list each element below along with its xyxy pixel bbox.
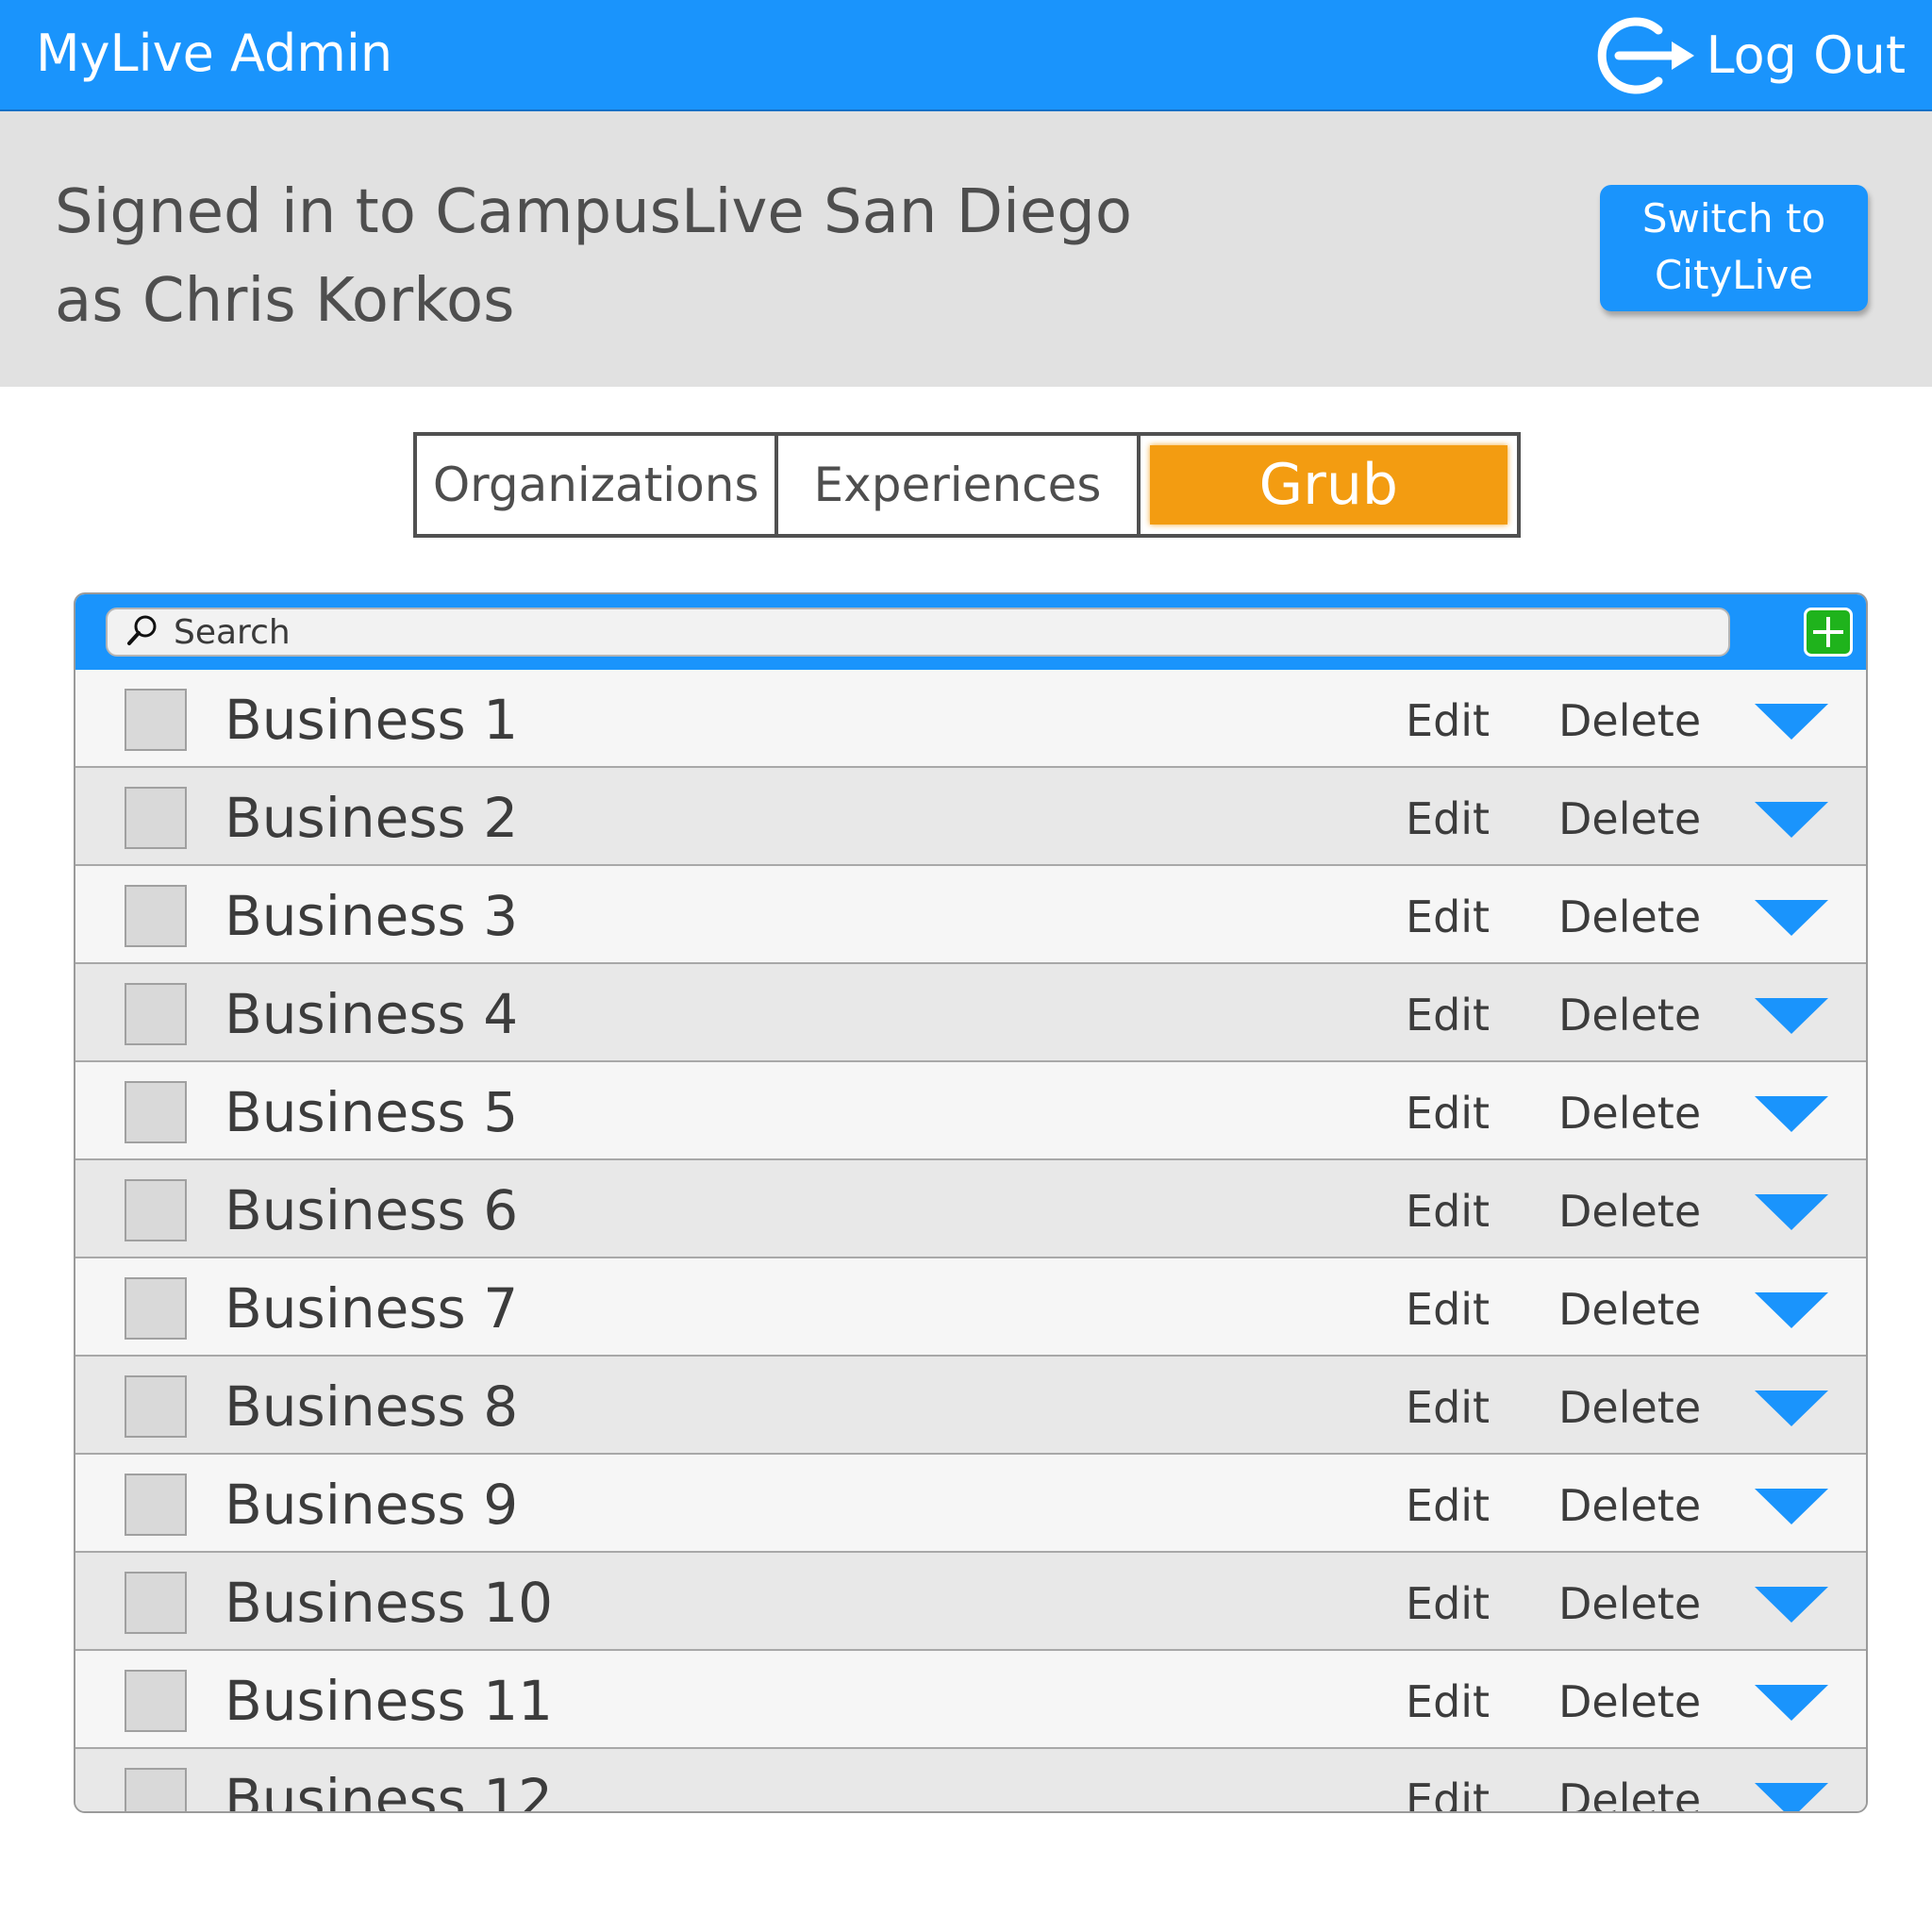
delete-button[interactable]: Delete [1558,1183,1701,1240]
delete-button[interactable]: Delete [1558,987,1701,1043]
table-row: Business 5 Edit Delete [75,1062,1866,1160]
section-tabs: Organizations Experiences Grub [413,432,1521,538]
triangle-down-icon[interactable] [1755,1096,1828,1132]
edit-button[interactable]: Edit [1406,1674,1490,1730]
list-toolbar [75,594,1866,670]
business-name: Business 3 [225,884,519,948]
app-title: MyLive Admin [36,24,393,83]
business-name: Business 9 [225,1473,519,1537]
delete-button[interactable]: Delete [1558,1674,1701,1730]
business-name: Business 8 [225,1374,519,1439]
delete-button[interactable]: Delete [1558,1477,1701,1534]
switch-button-line-2: CityLive [1654,252,1814,298]
edit-button[interactable]: Edit [1406,889,1490,945]
table-row: Business 12 Edit Delete [75,1749,1866,1813]
search-box [106,608,1730,657]
business-name: Business 12 [225,1767,553,1813]
delete-button[interactable]: Delete [1558,1575,1701,1632]
edit-button[interactable]: Edit [1406,791,1490,847]
edit-button[interactable]: Edit [1406,1281,1490,1338]
business-list: Business 1 Edit Delete Business 2 Edit Delete… [75,670,1866,1813]
signed-in-line-1: Signed in to CampusLive San Diego [55,177,1132,247]
row-checkbox[interactable] [125,1670,187,1732]
table-row: Business 1 Edit Delete [75,670,1866,768]
table-row: Business 2 Edit Delete [75,768,1866,866]
delete-button[interactable]: Delete [1558,1085,1701,1141]
delete-button[interactable]: Delete [1558,1772,1701,1811]
tab-experiences[interactable]: Experiences [774,436,1136,534]
tab-label: Experiences [813,458,1102,512]
edit-button[interactable]: Edit [1406,987,1490,1043]
business-name: Business 5 [225,1080,519,1144]
triangle-down-icon[interactable] [1755,1489,1828,1524]
row-checkbox[interactable] [125,1081,187,1143]
top-bar: MyLive Admin Log Out [0,0,1932,111]
logout-arrow-icon [1592,13,1698,98]
edit-button[interactable]: Edit [1406,1379,1490,1436]
row-checkbox[interactable] [125,1474,187,1536]
delete-button[interactable]: Delete [1558,1379,1701,1436]
row-checkbox[interactable] [125,1375,187,1438]
edit-button[interactable]: Edit [1406,1575,1490,1632]
tab-label: Organizations [432,458,759,512]
row-checkbox[interactable] [125,983,187,1045]
tab-organizations[interactable]: Organizations [417,436,774,534]
tab-grub-highlight: Grub [1149,445,1507,525]
triangle-down-icon[interactable] [1755,1783,1828,1811]
signed-in-line-2: as Chris Korkos [55,266,515,336]
table-row: Business 6 Edit Delete [75,1160,1866,1258]
edit-button[interactable]: Edit [1406,692,1490,749]
switch-site-button[interactable]: Switch to CityLive [1600,185,1868,311]
add-business-button[interactable] [1804,608,1853,657]
switch-button-line-1: Switch to [1641,195,1826,242]
edit-button[interactable]: Edit [1406,1085,1490,1141]
row-checkbox[interactable] [125,1179,187,1241]
row-checkbox[interactable] [125,1277,187,1340]
table-row: Business 8 Edit Delete [75,1357,1866,1455]
triangle-down-icon[interactable] [1755,1292,1828,1328]
row-checkbox[interactable] [125,689,187,751]
edit-button[interactable]: Edit [1406,1183,1490,1240]
row-checkbox[interactable] [125,885,187,947]
business-name: Business 6 [225,1178,519,1242]
triangle-down-icon[interactable] [1755,1587,1828,1623]
logout-button[interactable]: Log Out [1592,13,1906,98]
signed-in-banner: Signed in to CampusLive San Diego as Chr… [0,111,1932,387]
delete-button[interactable]: Delete [1558,791,1701,847]
edit-button[interactable]: Edit [1406,1772,1490,1811]
row-checkbox[interactable] [125,1768,187,1811]
delete-button[interactable]: Delete [1558,1281,1701,1338]
table-row: Business 11 Edit Delete [75,1651,1866,1749]
business-name: Business 10 [225,1571,553,1635]
business-name: Business 2 [225,786,519,850]
signed-in-text: Signed in to CampusLive San Diego as Chr… [55,168,1375,345]
triangle-down-icon[interactable] [1755,1685,1828,1721]
triangle-down-icon[interactable] [1755,704,1828,740]
business-name: Business 4 [225,982,519,1046]
delete-button[interactable]: Delete [1558,692,1701,749]
row-checkbox[interactable] [125,787,187,849]
search-input[interactable] [172,611,1685,653]
table-row: Business 4 Edit Delete [75,964,1866,1062]
table-row: Business 7 Edit Delete [75,1258,1866,1357]
triangle-down-icon[interactable] [1755,900,1828,936]
triangle-down-icon[interactable] [1755,998,1828,1034]
business-list-panel: Business 1 Edit Delete Business 2 Edit Delete… [74,592,1868,1813]
magnifier-icon [126,614,158,650]
table-row: Business 3 Edit Delete [75,866,1866,964]
table-row: Business 9 Edit Delete [75,1455,1866,1553]
tab-grub[interactable]: Grub [1136,436,1517,534]
triangle-down-icon[interactable] [1755,802,1828,838]
business-name: Business 1 [225,688,519,752]
table-row: Business 10 Edit Delete [75,1553,1866,1651]
triangle-down-icon[interactable] [1755,1391,1828,1426]
tab-label: Grub [1258,452,1398,518]
delete-button[interactable]: Delete [1558,889,1701,945]
business-name: Business 7 [225,1276,519,1341]
business-name: Business 11 [225,1669,553,1733]
triangle-down-icon[interactable] [1755,1194,1828,1230]
edit-button[interactable]: Edit [1406,1477,1490,1534]
logout-label: Log Out [1706,25,1906,85]
row-checkbox[interactable] [125,1572,187,1634]
